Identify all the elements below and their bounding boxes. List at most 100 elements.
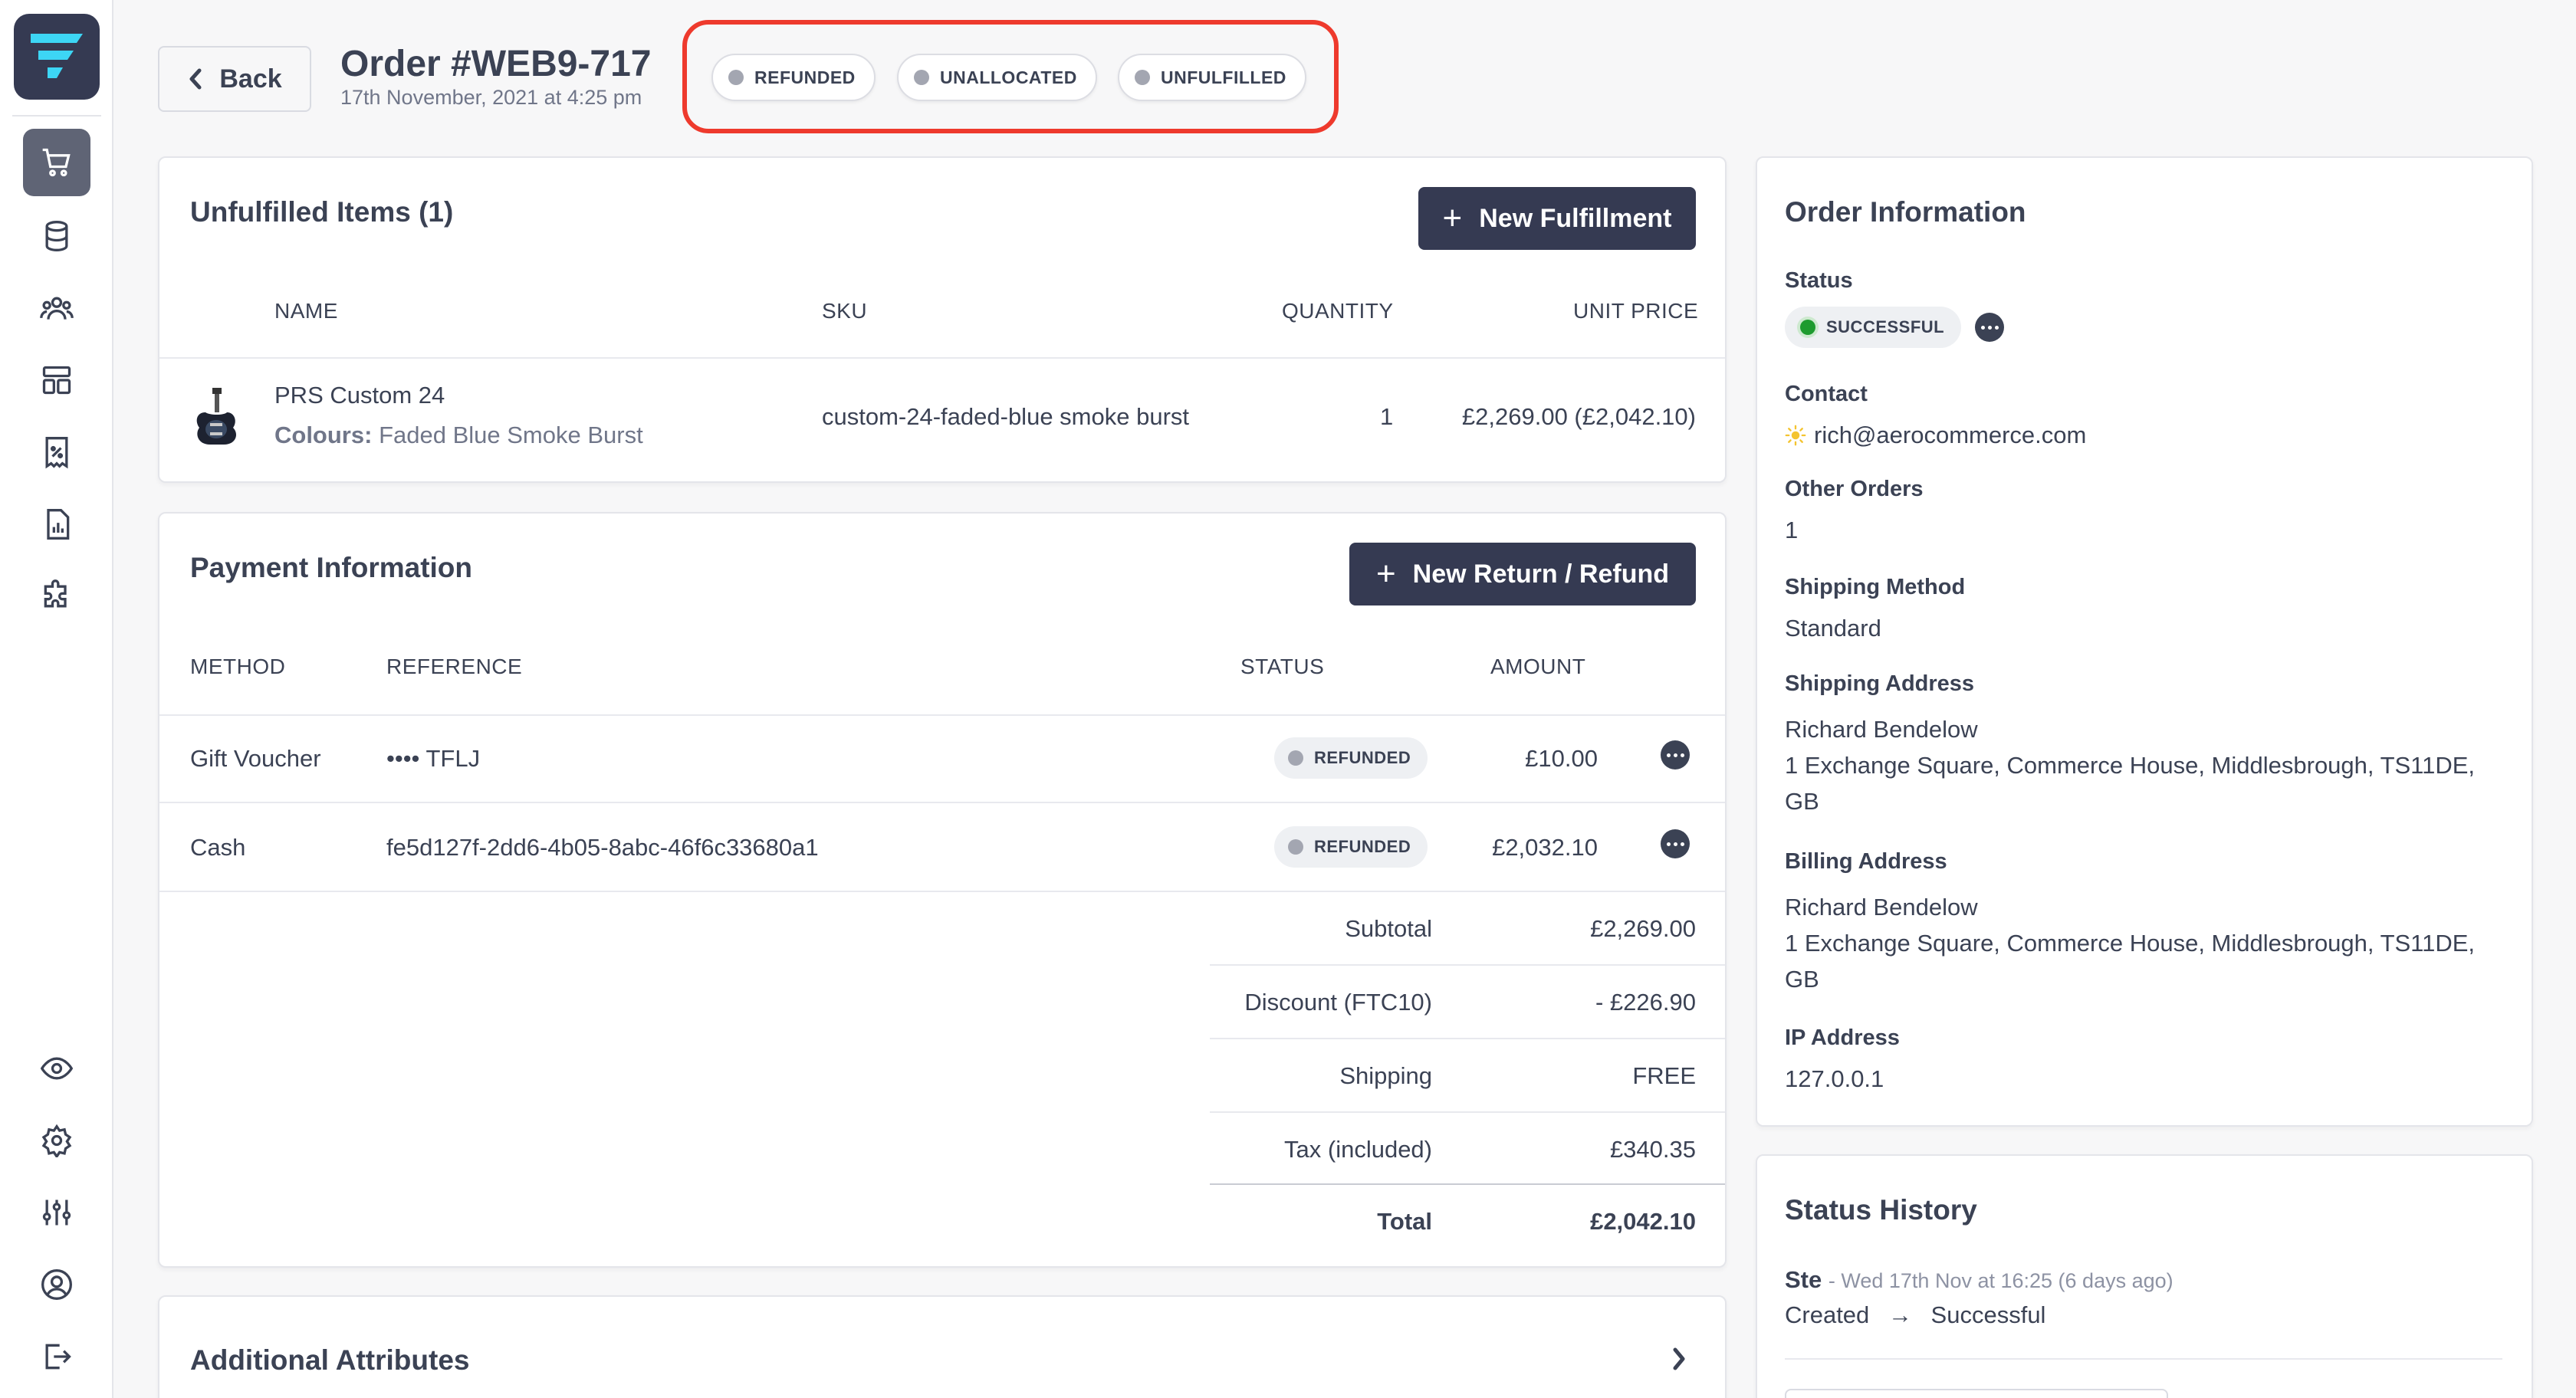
payment-method: Gift Voucher [190, 745, 321, 772]
status-dot [1288, 750, 1303, 766]
status-history-title: Status History [1785, 1194, 1977, 1226]
ip-address-value: 127.0.0.1 [1785, 1065, 1884, 1092]
cart-icon [42, 148, 71, 177]
back-button[interactable]: Back [158, 46, 311, 112]
nav-account[interactable] [23, 1251, 90, 1318]
sidebar [0, 0, 113, 1398]
app-logo[interactable] [14, 14, 100, 100]
shipping-value: FREE [1632, 1062, 1696, 1089]
shipping-address-line: 1 Exchange Square, Commerce House, Middl… [1785, 752, 2476, 779]
nav-configuration[interactable] [23, 1179, 90, 1246]
new-return-refund-button[interactable]: + New Return / Refund [1349, 543, 1696, 605]
status-badge-label: UNALLOCATED [940, 67, 1077, 87]
arrow-right-icon: → [1888, 1301, 1912, 1328]
history-transition: Created → Successful [1785, 1297, 2045, 1333]
payment-amount: £2,032.10 [1492, 834, 1598, 861]
billing-address-line: GB [1785, 966, 1819, 993]
total-value: £2,042.10 [1590, 1208, 1696, 1235]
new-return-refund-label: New Return / Refund [1412, 559, 1670, 589]
order-status-label: SUCCESSFUL [1826, 317, 1945, 336]
more-options-icon[interactable] [1661, 829, 1690, 858]
tax-value: £340.35 [1609, 1136, 1696, 1163]
account-icon [41, 1269, 72, 1300]
item-name[interactable]: PRS Custom 24 [274, 382, 445, 409]
nav-orders[interactable] [23, 129, 90, 196]
nav-view-store[interactable] [23, 1035, 90, 1102]
tax-label: Tax (included) [1284, 1136, 1432, 1163]
unfulfilled-title: Unfulfilled Items (1) [190, 196, 454, 228]
status-dot [1288, 839, 1303, 855]
status-label: Status [1785, 268, 1853, 293]
status-options-icon[interactable] [1975, 313, 2004, 342]
shipping-address-label: Shipping Address [1785, 671, 1975, 696]
column-header-method: METHOD [190, 655, 286, 678]
table-divider [159, 357, 1725, 359]
column-header-sku: SKU [822, 299, 868, 323]
history-entry-meta: Ste - Wed 17th Nov at 16:25 (6 days ago) [1785, 1262, 2174, 1299]
status-dot [728, 70, 744, 85]
order-information-title: Order Information [1785, 196, 2026, 228]
settings-icon [41, 1124, 72, 1157]
nav-content[interactable] [23, 346, 90, 414]
reports-icon [47, 509, 70, 540]
subtotal-value: £2,269.00 [1590, 915, 1696, 942]
contact-email[interactable]: rich@aerocommerce.com [1814, 422, 2086, 448]
payment-amount: £10.00 [1525, 745, 1598, 772]
item-quantity: 1 [1380, 403, 1394, 430]
extensions-icon [44, 579, 67, 608]
billing-address-label: Billing Address [1785, 849, 1947, 874]
more-options-icon[interactable] [1661, 740, 1690, 770]
plus-icon: + [1375, 555, 1396, 592]
item-option: Colours: Faded Blue Smoke Burst [274, 422, 643, 449]
shipping-method-value: Standard [1785, 615, 1881, 642]
status-dot [1800, 320, 1815, 335]
payment-reference: •••• TFLJ [386, 745, 481, 772]
discount-value: - £226.90 [1595, 989, 1696, 1016]
status-dot [1135, 70, 1150, 85]
nav-catalog[interactable] [23, 202, 90, 270]
nav-reports[interactable] [23, 491, 90, 558]
shipping-address-line: GB [1785, 788, 1819, 815]
customers-icon [40, 297, 74, 320]
plus-icon: + [1442, 199, 1463, 237]
nav-settings[interactable] [23, 1107, 90, 1174]
nav-extensions[interactable] [23, 563, 90, 630]
status-badge-unfulfilled: UNFULFILLED [1118, 54, 1306, 101]
page-title: Order #WEB9-717 [340, 44, 652, 84]
chevron-left-icon [189, 68, 202, 90]
order-date: 17th November, 2021 at 4:25 pm [340, 86, 642, 109]
sun-icon [1785, 425, 1806, 446]
chevron-right-icon[interactable] [1670, 1346, 1688, 1372]
contact-value[interactable]: rich@aerocommerce.com [1785, 417, 2086, 453]
logo-icon [31, 34, 83, 78]
status-badge-label: REFUNDED [754, 67, 856, 87]
billing-address-line: 1 Exchange Square, Commerce House, Middl… [1785, 930, 2476, 957]
payment-method: Cash [190, 834, 246, 861]
discount-icon [45, 437, 68, 469]
history-to-status: Successful [1930, 1301, 2046, 1328]
other-orders-value[interactable]: 1 [1785, 512, 1798, 548]
layout-icon [42, 366, 71, 395]
history-time: - Wed 17th Nov at 16:25 (6 days ago) [1828, 1269, 2174, 1292]
subtotal-label: Subtotal [1345, 915, 1432, 942]
total-label: Total [1377, 1208, 1432, 1235]
status-dot [914, 70, 929, 85]
item-option-label: Colours: [274, 422, 373, 448]
nav-logout[interactable] [23, 1323, 90, 1390]
sliders-icon [42, 1199, 71, 1226]
history-from-status: Created [1785, 1301, 1870, 1328]
discount-label: Discount (FTC10) [1244, 989, 1432, 1016]
item-sku: custom-24-faded-blue smoke burst [822, 403, 1190, 430]
other-orders-label: Other Orders [1785, 477, 1924, 501]
new-fulfillment-button[interactable]: + New Fulfillment [1418, 187, 1696, 250]
history-comment-input[interactable] [1785, 1389, 2168, 1398]
status-badge-unallocated: UNALLOCATED [897, 54, 1097, 101]
nav-customers[interactable] [23, 274, 90, 342]
order-status-badge: SUCCESSFUL [1785, 307, 1962, 348]
nav-discounts[interactable] [23, 418, 90, 486]
payment-reference: fe5d127f-2dd6-4b05-8abc-46f6c33680a1 [386, 834, 819, 861]
totals-divider [1210, 964, 1725, 966]
column-header-reference: REFERENCE [386, 655, 523, 678]
back-label: Back [219, 64, 282, 94]
status-badge-refunded: REFUNDED [711, 54, 876, 101]
